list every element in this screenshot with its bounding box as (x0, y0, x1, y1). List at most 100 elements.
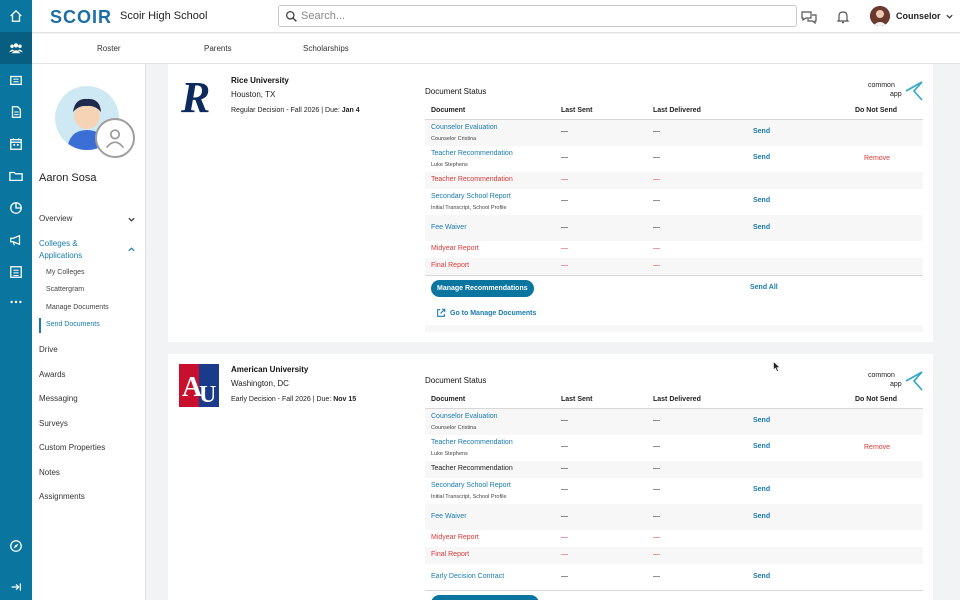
doc-early-decision-contract[interactable]: Early Decision Contract (431, 573, 504, 580)
header-do-not-send: Do Not Send (855, 396, 897, 403)
chat-icon[interactable] (801, 9, 817, 25)
header-document: Document (431, 396, 466, 403)
user-menu[interactable]: Counselor (870, 5, 954, 27)
doc-teacher-recommendation[interactable]: Teacher Recommendation (431, 439, 513, 446)
sidebar-item-awards[interactable]: Awards (39, 370, 66, 379)
folder-icon[interactable] (0, 160, 32, 192)
doc-final-report[interactable]: Final Report (431, 551, 469, 558)
calendar-icon[interactable] (0, 128, 32, 160)
doc-counselor-evaluation[interactable]: Counselor Evaluation (431, 124, 498, 131)
go-to-manage-documents-link[interactable]: Go to Manage Documents (436, 308, 536, 318)
collapse-icon[interactable] (0, 571, 32, 600)
doc-secondary-school-report[interactable]: Secondary School Report (431, 193, 511, 200)
doc-teacher-recommendation-missing[interactable]: Teacher Recommendation (431, 176, 513, 183)
doc-counselor-evaluation[interactable]: Counselor Evaluation (431, 413, 498, 420)
mouse-cursor-icon (773, 361, 781, 372)
chevron-down-icon[interactable] (127, 215, 136, 224)
student-name: Aaron Sosa (39, 172, 97, 184)
header-last-sent: Last Sent (561, 396, 593, 403)
sidebar-item-drive[interactable]: Drive (39, 345, 58, 354)
doc-sub: Counselor Cristina (431, 136, 477, 142)
chevron-up-icon[interactable] (127, 245, 136, 254)
table-row (425, 215, 923, 241)
user-avatar (870, 6, 890, 26)
megaphone-icon[interactable] (0, 224, 32, 256)
left-rail (0, 0, 32, 600)
send-all-button[interactable]: Send All (750, 284, 778, 291)
sidebar-item-colleges[interactable]: Colleges & (39, 239, 78, 248)
sidebar-sub-send-documents[interactable]: Send Documents (46, 321, 100, 328)
send-button[interactable]: Send (753, 486, 770, 493)
college-deadline: Early Decision - Fall 2026 | Due: Nov 15 (231, 396, 357, 403)
more-icon[interactable] (0, 286, 32, 318)
doc-sub: Luke Stephens (431, 451, 468, 457)
send-button[interactable]: Send (753, 128, 770, 135)
student-profile-panel: Aaron Sosa Overview Colleges & Applicati… (32, 64, 146, 600)
document-icon[interactable] (0, 96, 32, 128)
manage-recommendations-button[interactable]: Manage Recommendations (431, 280, 534, 297)
scoir-logo[interactable]: SCOIR (50, 7, 112, 28)
send-button[interactable]: Send (753, 224, 770, 231)
sidebar-item-colleges-line2[interactable]: Applications (39, 251, 82, 260)
table-row (425, 120, 923, 146)
table-row (425, 547, 923, 564)
send-button[interactable]: Send (753, 573, 770, 580)
table-row (425, 504, 923, 530)
doc-fee-waiver[interactable]: Fee Waiver (431, 224, 467, 231)
student-placeholder-icon[interactable] (95, 118, 135, 158)
doc-midyear-report[interactable]: Midyear Report (431, 245, 479, 252)
tab-scholarships[interactable]: Scholarships (303, 44, 349, 53)
user-role: Counselor (896, 11, 941, 21)
header-last-delivered: Last Delivered (653, 107, 701, 114)
doc-sub: Counselor Cristina (431, 425, 477, 431)
common-app-mark-icon (905, 371, 923, 391)
doc-secondary-school-report[interactable]: Secondary School Report (431, 482, 511, 489)
doc-final-report[interactable]: Final Report (431, 262, 469, 269)
bell-icon[interactable] (835, 9, 851, 25)
search-icon (285, 10, 297, 22)
doc-teacher-recommendation-2[interactable]: Teacher Recommendation (431, 465, 513, 472)
sidebar-item-notes[interactable]: Notes (39, 468, 60, 477)
send-button[interactable]: Send (753, 154, 770, 161)
sidebar-item-surveys[interactable]: Surveys (39, 419, 68, 428)
sidebar-item-overview[interactable]: Overview (39, 214, 72, 223)
remove-button[interactable]: Remove (864, 155, 890, 162)
sidebar-item-custom-properties[interactable]: Custom Properties (39, 443, 105, 452)
search-box[interactable] (278, 5, 797, 27)
college-deadline: Regular Decision - Fall 2026 | Due: Jan … (231, 107, 360, 114)
college-card: R Rice University Houston, TX Regular De… (168, 64, 933, 342)
doc-midyear-report[interactable]: Midyear Report (431, 534, 479, 541)
sidebar-item-messaging[interactable]: Messaging (39, 394, 78, 403)
compass-icon[interactable] (0, 530, 32, 562)
college-location: Houston, TX (231, 90, 276, 99)
send-button[interactable]: Send (753, 417, 770, 424)
students-icon[interactable] (0, 32, 32, 64)
home-icon[interactable] (0, 0, 32, 32)
sidebar-sub-scattergram[interactable]: Scattergram (46, 286, 84, 293)
colleges-icon[interactable] (0, 64, 32, 96)
doc-teacher-recommendation[interactable]: Teacher Recommendation (431, 150, 513, 157)
american-university-logo: A U (179, 364, 219, 408)
list-icon[interactable] (0, 256, 32, 288)
remove-button[interactable]: Remove (864, 444, 890, 451)
table-row (425, 409, 923, 435)
common-app-mark-icon (905, 81, 923, 101)
send-button[interactable]: Send (753, 513, 770, 520)
send-button[interactable]: Send (753, 197, 770, 204)
sidebar-sub-manage-documents[interactable]: Manage Documents (46, 304, 109, 311)
doc-sub: Initial Transcript, School Profile (431, 494, 507, 500)
top-bar: SCOIR Scoir High School Counselor (32, 0, 960, 33)
doc-fee-waiver[interactable]: Fee Waiver (431, 513, 467, 520)
document-status-heading: Document Status (425, 87, 487, 96)
tab-roster[interactable]: Roster (97, 44, 121, 53)
analytics-icon[interactable] (0, 192, 32, 224)
tab-parents[interactable]: Parents (204, 44, 232, 53)
manage-recommendations-button-partial[interactable] (431, 595, 539, 600)
school-name: Scoir High School (120, 10, 208, 22)
header-last-delivered: Last Delivered (653, 396, 701, 403)
send-button[interactable]: Send (753, 443, 770, 450)
search-input[interactable] (301, 8, 781, 24)
common-app-logo: common app (868, 80, 926, 104)
sidebar-sub-my-colleges[interactable]: My Colleges (46, 269, 85, 276)
sidebar-item-assignments[interactable]: Assignments (39, 492, 85, 501)
